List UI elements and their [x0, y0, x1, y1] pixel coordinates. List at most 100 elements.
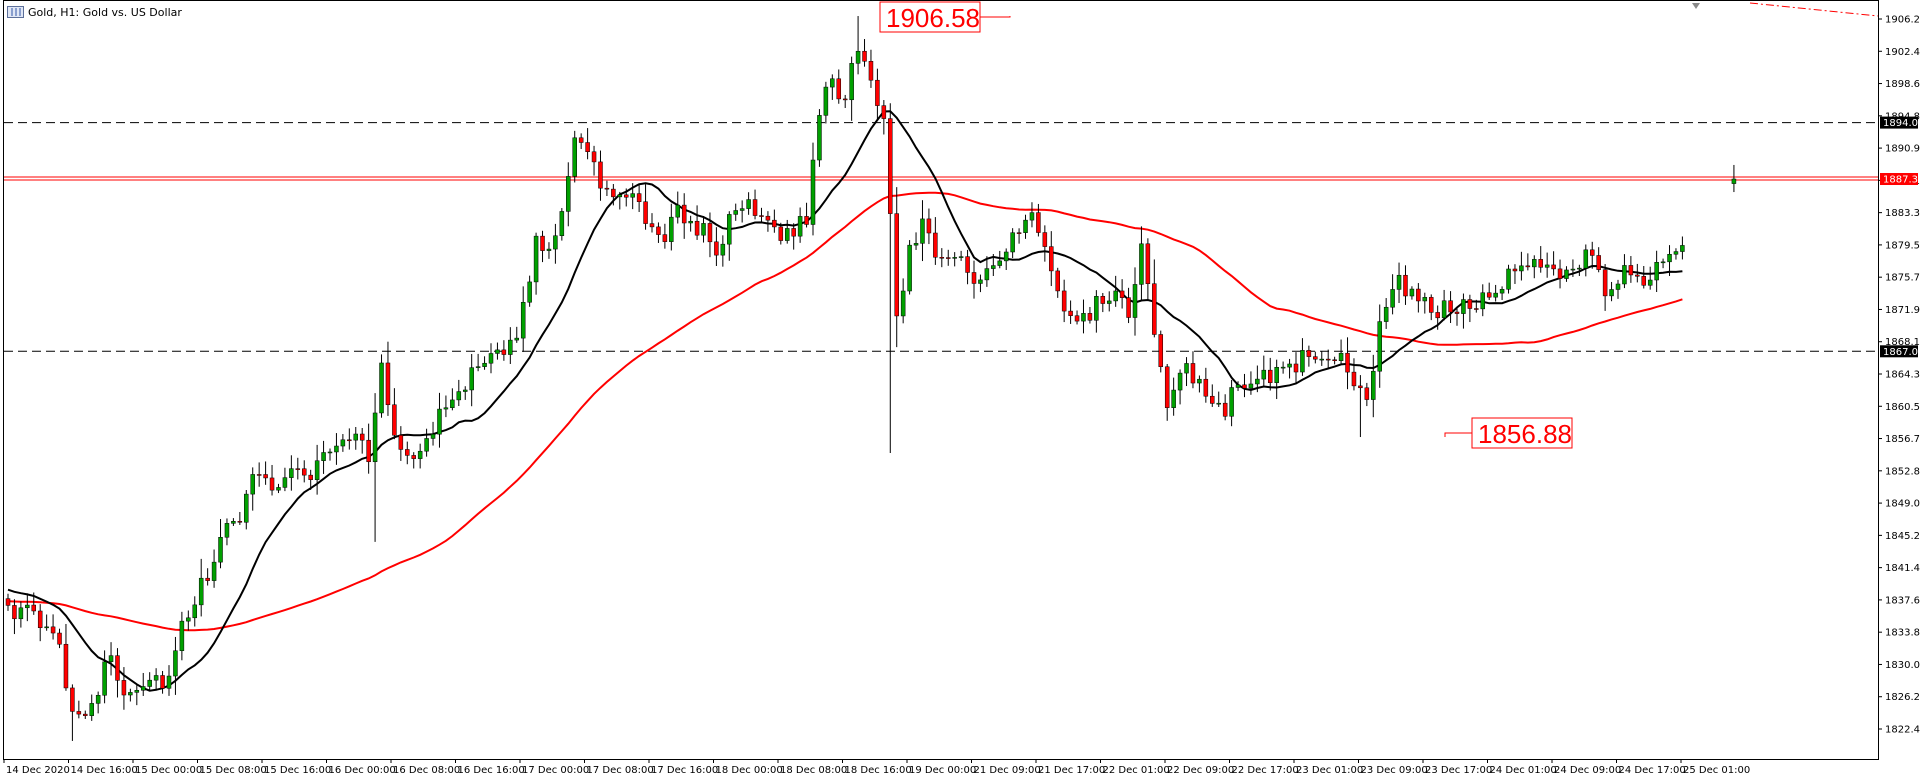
candle[interactable]	[1087, 306, 1093, 324]
candle[interactable]	[256, 462, 262, 487]
candle[interactable]	[237, 511, 243, 525]
candle[interactable]	[1390, 274, 1395, 315]
candle[interactable]	[83, 710, 88, 719]
candle[interactable]	[379, 354, 384, 418]
candle[interactable]	[1261, 355, 1267, 388]
candle[interactable]	[636, 184, 642, 212]
candle[interactable]	[759, 207, 764, 224]
candle[interactable]	[842, 94, 848, 108]
candle[interactable]	[160, 670, 165, 694]
candle[interactable]	[694, 205, 700, 240]
candle[interactable]	[888, 103, 893, 453]
candle[interactable]	[553, 223, 558, 264]
candle[interactable]	[1454, 308, 1460, 326]
candle[interactable]	[347, 428, 352, 450]
candle[interactable]	[205, 568, 210, 586]
candle[interactable]	[1248, 371, 1254, 395]
candle[interactable]	[1564, 266, 1569, 282]
candle[interactable]	[18, 601, 24, 628]
candle[interactable]	[301, 460, 307, 483]
candle[interactable]	[720, 235, 726, 267]
candle[interactable]	[1583, 244, 1589, 277]
candle[interactable]	[1467, 294, 1473, 323]
candle[interactable]	[739, 200, 745, 223]
candle[interactable]	[1242, 373, 1247, 398]
candle[interactable]	[1506, 264, 1511, 294]
candle[interactable]	[231, 518, 236, 526]
candle[interactable]	[1003, 248, 1009, 271]
candle[interactable]	[1641, 265, 1647, 289]
candle[interactable]	[1184, 357, 1189, 387]
candle[interactable]	[353, 426, 359, 450]
candle[interactable]	[1448, 291, 1453, 324]
candle[interactable]	[1544, 252, 1550, 278]
candle[interactable]	[1351, 358, 1357, 391]
candle[interactable]	[1557, 259, 1563, 289]
candle[interactable]	[939, 248, 945, 268]
candle[interactable]	[314, 444, 320, 495]
candle[interactable]	[701, 215, 706, 243]
candle[interactable]	[1210, 384, 1215, 407]
candle[interactable]	[1551, 251, 1556, 276]
candle[interactable]	[765, 211, 771, 232]
candle[interactable]	[643, 184, 648, 230]
candle[interactable]	[1332, 356, 1337, 365]
candle[interactable]	[1358, 375, 1363, 438]
candle[interactable]	[772, 209, 777, 233]
candle[interactable]	[598, 150, 603, 201]
candle[interactable]	[1094, 290, 1099, 333]
candle[interactable]	[1377, 304, 1382, 388]
candle[interactable]	[102, 650, 107, 704]
candle[interactable]	[971, 260, 977, 299]
candle[interactable]	[108, 642, 114, 676]
candle[interactable]	[166, 665, 172, 696]
candle[interactable]	[1589, 241, 1595, 269]
candle[interactable]	[1126, 287, 1131, 324]
candle[interactable]	[385, 341, 391, 416]
candle[interactable]	[520, 286, 526, 352]
candle[interactable]	[1306, 345, 1312, 367]
candle[interactable]	[153, 668, 159, 691]
candle[interactable]	[140, 672, 146, 696]
candle[interactable]	[192, 596, 198, 627]
candle[interactable]	[669, 203, 674, 251]
candle[interactable]	[1609, 281, 1614, 302]
candle[interactable]	[134, 683, 140, 706]
time-axis[interactable]: 14 Dec 2020 14 Dec 16:0015 Dec 00:0015 De…	[3, 759, 1750, 776]
candle[interactable]	[263, 461, 268, 485]
candle[interactable]	[115, 648, 120, 698]
candle[interactable]	[1145, 238, 1151, 300]
candle[interactable]	[443, 395, 449, 418]
candle[interactable]	[1647, 266, 1653, 290]
candle[interactable]	[1441, 289, 1447, 321]
candle[interactable]	[173, 636, 178, 695]
candle[interactable]	[1016, 228, 1022, 244]
candle[interactable]	[392, 388, 397, 440]
candle[interactable]	[849, 56, 854, 121]
candle[interactable]	[727, 211, 732, 261]
candle[interactable]	[566, 162, 571, 227]
candle[interactable]	[276, 483, 281, 494]
candle[interactable]	[1660, 258, 1666, 269]
candle[interactable]	[218, 519, 223, 569]
candle[interactable]	[559, 208, 565, 241]
candle[interactable]	[411, 452, 416, 469]
candle[interactable]	[578, 133, 584, 150]
candle[interactable]	[269, 464, 275, 496]
candle[interactable]	[952, 252, 957, 267]
candle[interactable]	[907, 240, 912, 295]
candle[interactable]	[1280, 361, 1286, 374]
candle[interactable]	[1499, 286, 1505, 301]
candle[interactable]	[372, 393, 378, 542]
candle[interactable]	[945, 249, 951, 266]
candle[interactable]	[1371, 354, 1376, 418]
candle[interactable]	[688, 215, 693, 232]
candle[interactable]	[1731, 164, 1737, 193]
candle[interactable]	[920, 200, 925, 262]
candle[interactable]	[1596, 247, 1601, 273]
candle[interactable]	[1673, 248, 1679, 260]
candle[interactable]	[1364, 382, 1370, 407]
candle[interactable]	[817, 109, 822, 167]
candle[interactable]	[456, 379, 462, 406]
candle[interactable]	[1158, 330, 1164, 373]
